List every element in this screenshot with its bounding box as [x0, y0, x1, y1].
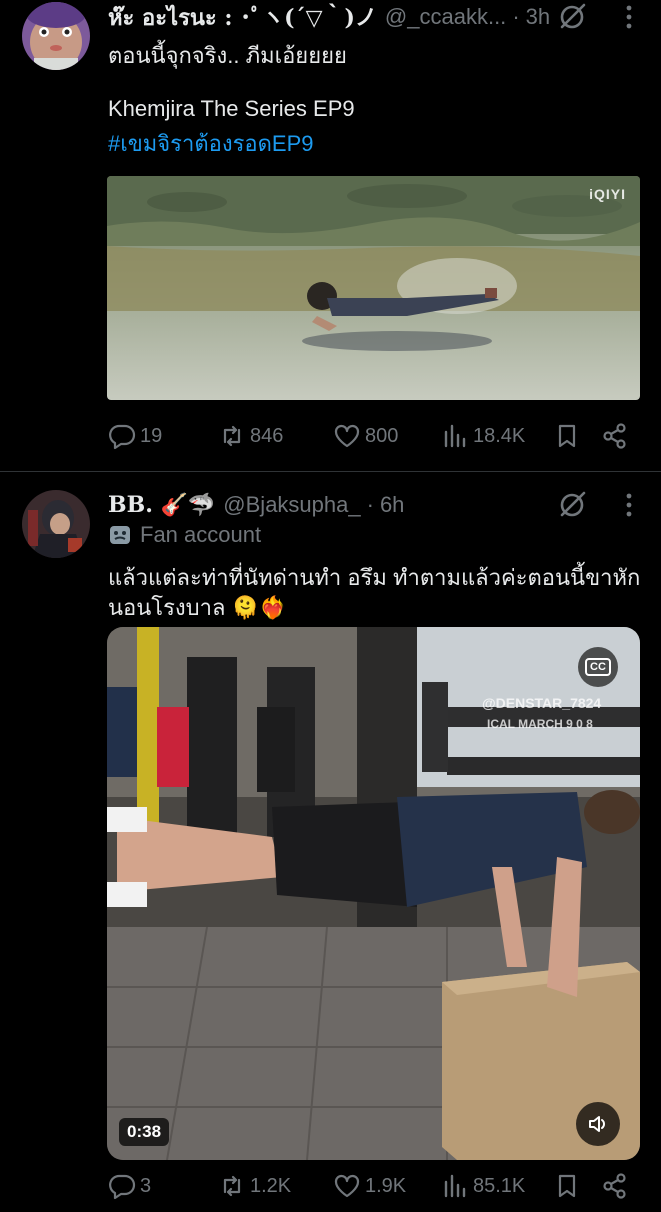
reply-icon — [109, 424, 136, 450]
hashtag-link[interactable]: #เขมจิราต้องรอดEP9 — [108, 126, 314, 161]
share-button[interactable] — [601, 422, 629, 450]
tweet[interactable]: BB. 🎸🦈 @Bjaksupha_ · 6h Fan account แล้ว… — [0, 472, 661, 1200]
grok-icon[interactable] — [555, 488, 589, 522]
reply-count: 3 — [140, 1174, 152, 1197]
video-overlay-handle: @DENSTAR_7824 — [482, 695, 602, 711]
bookmark-icon — [558, 424, 576, 448]
bookmark-button[interactable] — [553, 422, 581, 450]
repost-count: 846 — [250, 424, 284, 447]
volume-button[interactable] — [576, 1102, 620, 1146]
display-name[interactable]: BB. 🎸🦈 — [108, 492, 215, 518]
repost-button[interactable]: 1.2K — [218, 1172, 291, 1200]
like-count: 1.9K — [365, 1174, 407, 1197]
user-handle[interactable]: @_ccaakk... — [385, 4, 506, 30]
share-icon — [603, 423, 626, 449]
captions-button[interactable]: CC — [578, 647, 618, 687]
share-button[interactable] — [601, 1172, 629, 1200]
tweet-text-line: นอนโรงบาล 🫠❤️‍🔥 — [108, 595, 287, 620]
timestamp[interactable]: 3h — [526, 4, 550, 30]
tweet-text-line: ตอนนี้จุกจริง.. ภีมเอ้ยยยย — [108, 43, 347, 68]
views-icon — [444, 1174, 466, 1198]
repost-icon — [223, 1175, 241, 1197]
avatar[interactable] — [22, 490, 90, 558]
more-icon[interactable] — [614, 490, 644, 520]
reply-button[interactable]: 3 — [108, 1172, 151, 1200]
volume-icon — [589, 1116, 605, 1132]
user-handle[interactable]: @Bjaksupha_ — [223, 492, 360, 518]
reply-count: 19 — [140, 424, 163, 447]
bookmark-icon — [558, 1174, 576, 1198]
video-duration: 0:38 — [119, 1118, 170, 1146]
repost-icon — [223, 425, 241, 447]
more-icon[interactable] — [614, 2, 644, 32]
avatar[interactable] — [22, 2, 90, 70]
bookmark-button[interactable] — [553, 1172, 581, 1200]
reply-button[interactable]: 19 — [108, 422, 162, 450]
tweet[interactable]: ห๊ะ อะไรนะ : ･ﾟヽ(´▽｀)ノ @_ccaakk... · 3h … — [0, 0, 661, 472]
repost-button[interactable]: 846 — [218, 422, 283, 450]
tweet-text-line: Khemjira The Series EP9 — [108, 96, 355, 121]
reply-icon — [109, 1174, 136, 1200]
like-icon — [334, 1174, 360, 1198]
media-watermark: iQIYI — [589, 186, 626, 202]
views-icon — [444, 424, 466, 448]
views-button[interactable]: 18.4K — [441, 422, 525, 450]
video-overlay-date: ICAL MARCH 9 0 8 — [487, 717, 593, 731]
like-button[interactable]: 1.9K — [333, 1172, 406, 1200]
tweet-actions: 3 1.2K 1.9K 85.1K — [108, 1172, 628, 1212]
tweet-video[interactable]: @DENSTAR_7824 ICAL MARCH 9 0 8 CC 0:38 — [107, 627, 640, 1160]
display-name[interactable]: ห๊ะ อะไรนะ : ･ﾟヽ(´▽｀)ノ — [108, 0, 377, 35]
cc-icon: CC — [585, 658, 611, 676]
repost-count: 1.2K — [250, 1174, 292, 1197]
tweet-image[interactable]: iQIYI — [107, 176, 640, 400]
separator-dot: · — [366, 492, 374, 517]
fan-account-label: Fan account — [140, 522, 262, 547]
views-count: 85.1K — [473, 1174, 526, 1197]
timestamp[interactable]: 6h — [380, 492, 404, 518]
grok-icon[interactable] — [555, 0, 589, 34]
like-icon — [334, 424, 360, 448]
like-button[interactable]: 800 — [333, 422, 398, 450]
fan-account-badge: Fan account — [108, 522, 261, 548]
fan-mask-icon — [110, 526, 130, 544]
share-icon — [603, 1173, 626, 1199]
like-count: 800 — [365, 424, 399, 447]
views-button[interactable]: 85.1K — [441, 1172, 525, 1200]
views-count: 18.4K — [473, 424, 526, 447]
separator-dot: · — [512, 4, 520, 29]
tweet-actions: 19 846 800 18.4K — [108, 422, 628, 462]
